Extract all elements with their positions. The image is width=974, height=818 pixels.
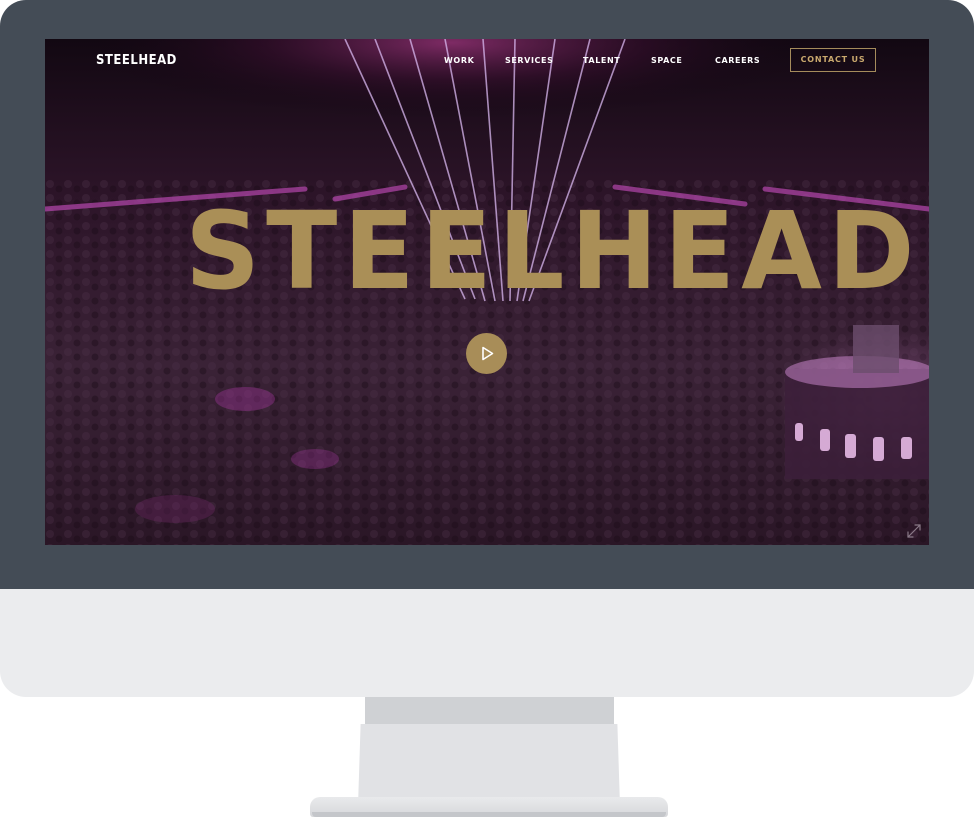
nav-item-services[interactable]: SERVICES (505, 55, 553, 67)
contact-us-button[interactable]: CONTACT US (790, 48, 876, 72)
nav-item-space[interactable]: SPACE (651, 55, 682, 67)
expand-icon[interactable] (906, 523, 922, 539)
monitor-stand-base-edge (312, 812, 666, 817)
website-screen: STEELHEAD WORK SERVICES TALENT SPACE CAR… (45, 39, 929, 545)
play-icon (482, 346, 494, 361)
play-video-button[interactable] (466, 333, 507, 374)
nav-item-talent[interactable]: TALENT (583, 55, 620, 67)
nav-item-work[interactable]: WORK (444, 55, 474, 67)
nav-item-careers[interactable]: CAREERS (715, 55, 760, 67)
hero-title: STEELHEAD (185, 189, 921, 314)
site-logo[interactable]: STEELHEAD (96, 54, 177, 68)
monitor-chin (0, 589, 974, 697)
monitor-stand-neck (358, 724, 620, 806)
monitor-stand-neck-shadow (365, 697, 614, 724)
